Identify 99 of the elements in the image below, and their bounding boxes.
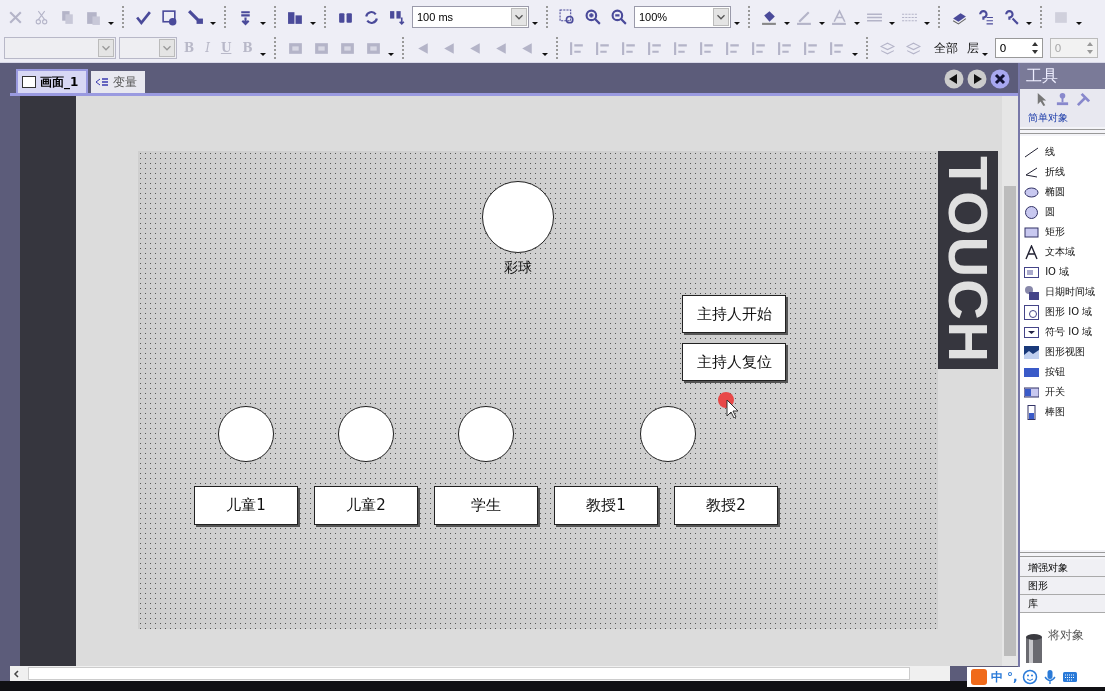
tool-item[interactable]: 符号 IO 域 (1020, 322, 1105, 342)
zoom-area-icon[interactable] (559, 8, 576, 26)
layer-label: 层 (966, 39, 979, 57)
library-hint: 将对象 (1048, 627, 1085, 644)
circle-lamp (218, 406, 274, 462)
hmi-button[interactable]: 儿童2 (314, 486, 418, 525)
tool-item[interactable]: 图形视图 (1020, 342, 1105, 362)
circle-icon (1024, 204, 1040, 220)
caret-icon[interactable] (734, 21, 740, 25)
caret-icon[interactable] (210, 21, 216, 25)
tool-item[interactable]: 线 (1020, 142, 1105, 162)
tool-item[interactable]: 按钮 (1020, 362, 1105, 382)
tool-item[interactable]: 矩形 (1020, 222, 1105, 242)
caret-icon[interactable] (1026, 21, 1032, 25)
chevron-icon (159, 39, 175, 57)
caret-icon[interactable] (259, 52, 266, 56)
tool-item[interactable]: 棒图 (1020, 402, 1105, 422)
caret-icon[interactable] (889, 21, 895, 25)
zoom-in-icon[interactable] (585, 8, 602, 26)
caret-icon[interactable] (108, 21, 114, 25)
rect-icon (1024, 224, 1040, 240)
layer-spinner[interactable]: 0 (994, 38, 1043, 58)
caret-icon[interactable] (260, 21, 266, 25)
hmi-button[interactable]: 教授2 (674, 486, 778, 525)
tool-item[interactable]: IO 域 (1020, 262, 1105, 282)
caret-icon[interactable] (532, 21, 538, 25)
circle-lamp (458, 406, 514, 462)
hmi-button[interactable]: 主持人复位 (682, 343, 786, 381)
tools-icon[interactable] (1076, 91, 1092, 107)
variable-list-icon (95, 77, 110, 87)
cursor-icon (718, 392, 738, 418)
chevron-icon (511, 8, 527, 26)
caret-icon[interactable] (854, 21, 860, 25)
circle-lamp (482, 181, 554, 253)
io-icon (1024, 264, 1040, 280)
caret-icon[interactable] (1076, 21, 1082, 25)
tool-item[interactable]: 图形 IO 域 (1020, 302, 1105, 322)
lamp-caption: 彩球 (504, 259, 532, 277)
tool-item[interactable]: 文本域 (1020, 242, 1105, 262)
help-cursor-icon[interactable] (1003, 8, 1020, 26)
punctuation-mode[interactable]: °, (1007, 670, 1018, 684)
hmi-button[interactable]: 儿童1 (194, 486, 298, 525)
hmi-button[interactable]: 主持人开始 (682, 295, 786, 333)
scroll-left-icon[interactable] (12, 668, 22, 679)
interval-select[interactable]: 100 ms (412, 6, 529, 28)
caret-icon[interactable] (819, 21, 825, 25)
tool-item[interactable]: 开关 (1020, 382, 1105, 402)
section-header[interactable]: 简单对象 (1020, 109, 1105, 127)
tool-item[interactable]: 折线 (1020, 162, 1105, 182)
touch-banner: TOUCH (938, 151, 998, 369)
switch-icon (1024, 384, 1040, 400)
previous-icon[interactable] (944, 69, 965, 89)
hmi-button[interactable]: 教授1 (554, 486, 658, 525)
horizontal-scrollbar[interactable] (10, 666, 950, 681)
section-header[interactable]: 增强对象 (1020, 559, 1105, 577)
refresh-icon[interactable] (363, 8, 380, 26)
caret-icon[interactable] (981, 52, 988, 56)
chevron-icon (713, 8, 729, 26)
cylinder-icon (1024, 633, 1045, 663)
section-header[interactable]: 库 (1020, 595, 1105, 613)
find-icon[interactable] (389, 8, 406, 26)
datetime-icon (1024, 284, 1040, 300)
chevron-icon (98, 39, 114, 57)
editor-tab[interactable]: 画面_1 (16, 69, 89, 93)
section-header[interactable]: 图形 (1020, 577, 1105, 595)
ellipse-icon (1024, 184, 1040, 200)
tool-item[interactable]: 圆 (1020, 202, 1105, 222)
zoom-select[interactable]: 100% (634, 6, 731, 28)
circle-lamp (640, 406, 696, 462)
hmi-button[interactable]: 学生 (434, 486, 538, 525)
close-icon[interactable] (990, 69, 1011, 89)
vertical-scrollbar[interactable] (1002, 96, 1019, 666)
graphic-io-icon (1024, 304, 1040, 320)
transfer-icon[interactable] (187, 8, 204, 26)
text-icon (1024, 244, 1040, 260)
help-icon[interactable] (977, 8, 994, 26)
graphic-view-icon (1024, 344, 1040, 360)
next-icon[interactable] (967, 69, 988, 89)
caret-icon[interactable] (851, 52, 858, 56)
caret-icon[interactable] (387, 52, 394, 56)
tool-item[interactable]: 椭圆 (1020, 182, 1105, 202)
circle-lamp (338, 406, 394, 462)
caret-icon[interactable] (310, 21, 316, 25)
fill-bucket-icon[interactable] (761, 8, 778, 26)
editor-tab[interactable]: 变量 (91, 71, 146, 93)
monitor-icon[interactable] (161, 8, 178, 26)
symbol-io-icon (1024, 324, 1040, 340)
ime-mode[interactable]: 中 (991, 668, 1003, 686)
layer-all-label: 全部 (933, 39, 958, 57)
caret-icon[interactable] (784, 21, 790, 25)
font-color-icon[interactable] (831, 8, 848, 26)
caret-icon[interactable] (541, 52, 548, 56)
tool-item[interactable]: 日期时间域 (1020, 282, 1105, 302)
zoom-out-icon[interactable] (611, 8, 628, 26)
smiley-icon[interactable] (1021, 669, 1038, 685)
keyboard-icon[interactable] (1061, 669, 1078, 685)
panel-title: 工具 (1020, 63, 1105, 89)
stamp-icon[interactable] (1055, 91, 1071, 107)
caret-icon[interactable] (924, 21, 930, 25)
